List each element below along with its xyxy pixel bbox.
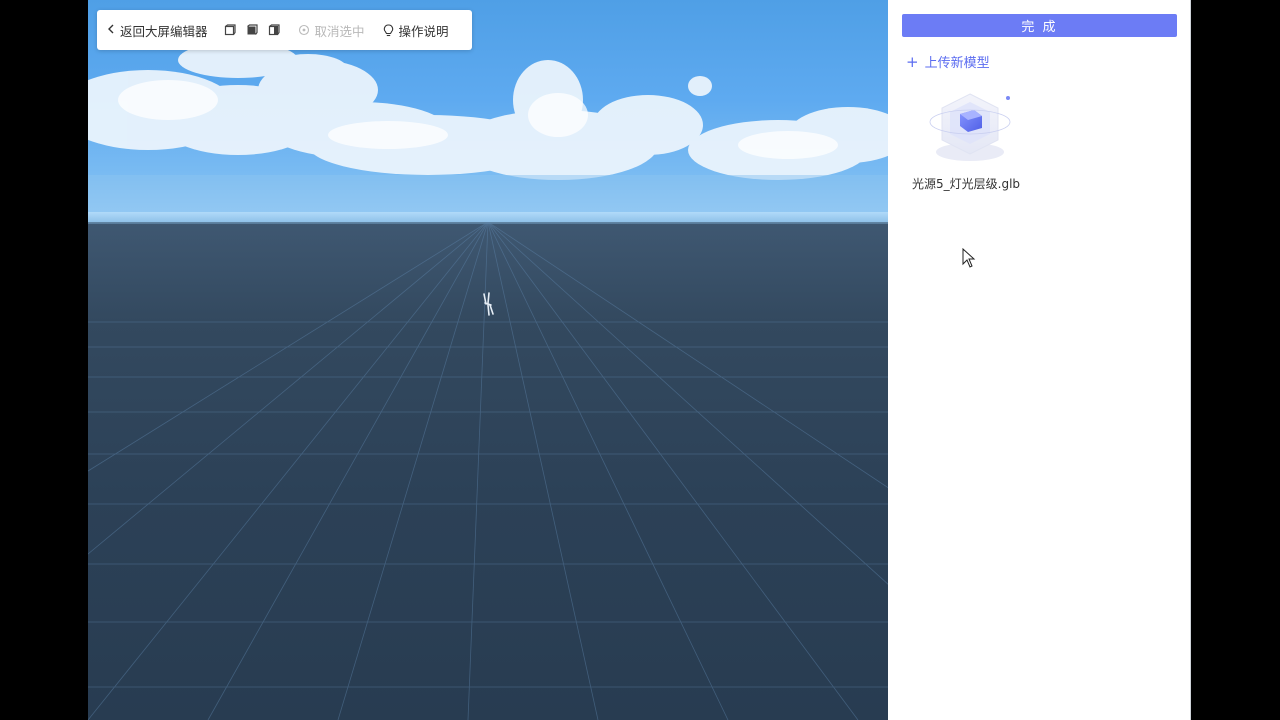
panel-divider <box>1190 0 1191 720</box>
model-filename: 光源5_灯光层级.glb <box>912 177 1021 191</box>
upload-model-link[interactable]: + 上传新模型 <box>906 52 990 72</box>
done-button[interactable]: 完 成 <box>902 14 1177 37</box>
box-solid-icon[interactable] <box>246 24 258 36</box>
mouse-cursor-icon <box>962 248 976 268</box>
plus-icon: + <box>906 52 919 71</box>
3d-viewport[interactable] <box>88 0 888 720</box>
help-label: 操作说明 <box>398 23 449 39</box>
box-outline-icon[interactable] <box>224 24 236 36</box>
cube-model-icon <box>929 93 1011 161</box>
editor-toolbar: 返回大屏编辑器 取消选中 操作说明 <box>97 10 472 50</box>
box-side-icon[interactable] <box>268 24 280 36</box>
model-panel: 完 成 + 上传新模型 光源5_灯光层级.glb <box>888 0 1190 720</box>
lightbulb-icon <box>383 23 394 37</box>
back-to-editor-button[interactable]: 返回大屏编辑器 <box>107 21 208 40</box>
chevron-left-icon <box>107 23 115 38</box>
target-icon <box>298 24 310 36</box>
back-label: 返回大屏编辑器 <box>120 23 208 39</box>
instructions-button[interactable]: 操作说明 <box>383 21 449 40</box>
model-card[interactable]: 光源5_灯光层级.glb <box>910 86 1030 196</box>
cancel-label: 取消选中 <box>314 23 365 39</box>
upload-label: 上传新模型 <box>924 56 990 71</box>
model-figure[interactable] <box>480 292 498 318</box>
cancel-selection-button[interactable]: 取消选中 <box>298 21 365 40</box>
screen-frame: 返回大屏编辑器 取消选中 操作说明 完 成 + 上传新模型 光源5_灯光层级.g… <box>0 0 1280 720</box>
